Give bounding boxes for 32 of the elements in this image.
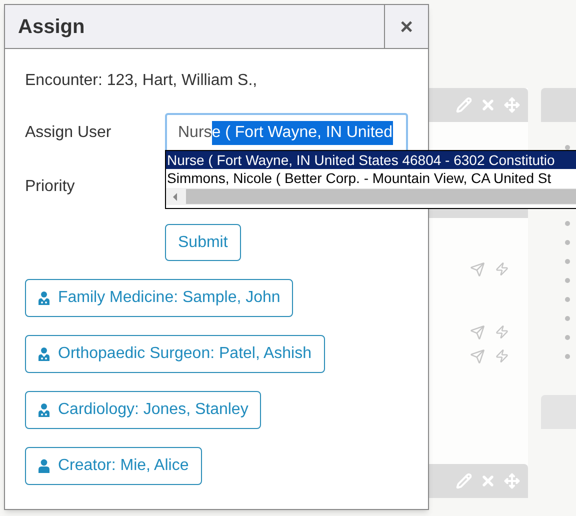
close-icon[interactable] [480,473,496,489]
lightning-icon[interactable] [495,262,509,276]
assignee-button[interactable]: Family Medicine: Sample, John [25,279,294,317]
panel-header [541,88,576,122]
close-button[interactable]: × [384,5,428,48]
move-icon[interactable] [504,473,520,489]
user-icon [38,459,50,473]
move-icon[interactable] [504,97,520,113]
suggestion-item[interactable]: Nurse ( Fort Wayne, IN United States 46804 - 6302 Constitutio [166,151,576,169]
typed-text: Nurs [178,123,212,143]
lightning-icon[interactable] [495,325,509,339]
doctor-icon [38,291,50,305]
doctor-icon [38,347,50,361]
encounter-text: Encounter: 123, Hart, William S., [25,71,258,91]
field-label: Assign User [25,123,112,143]
assignee-button[interactable]: Cardiology: Jones, Stanley [25,391,262,429]
send-icon[interactable] [470,325,485,340]
pencil-icon[interactable] [456,97,472,113]
horizontal-scrollbar[interactable] [166,188,576,205]
send-icon[interactable] [470,262,485,277]
submit-button[interactable]: Submit [165,224,241,261]
lightning-icon[interactable] [495,349,509,363]
pencil-icon[interactable] [456,473,472,489]
scrollbar-thumb[interactable] [186,189,576,204]
assignee-button[interactable]: Creator: Mie, Alice [25,447,202,485]
field-label: Priority [25,177,76,197]
dialog-title: Assign [17,14,86,40]
send-icon[interactable] [470,349,485,364]
autocomplete-text: e ( Fort Wayne, IN United [212,121,393,145]
close-icon[interactable] [480,97,496,113]
assignee-button[interactable]: Orthopaedic Surgeon: Patel, Ashish [25,335,324,373]
doctor-icon [38,403,50,417]
